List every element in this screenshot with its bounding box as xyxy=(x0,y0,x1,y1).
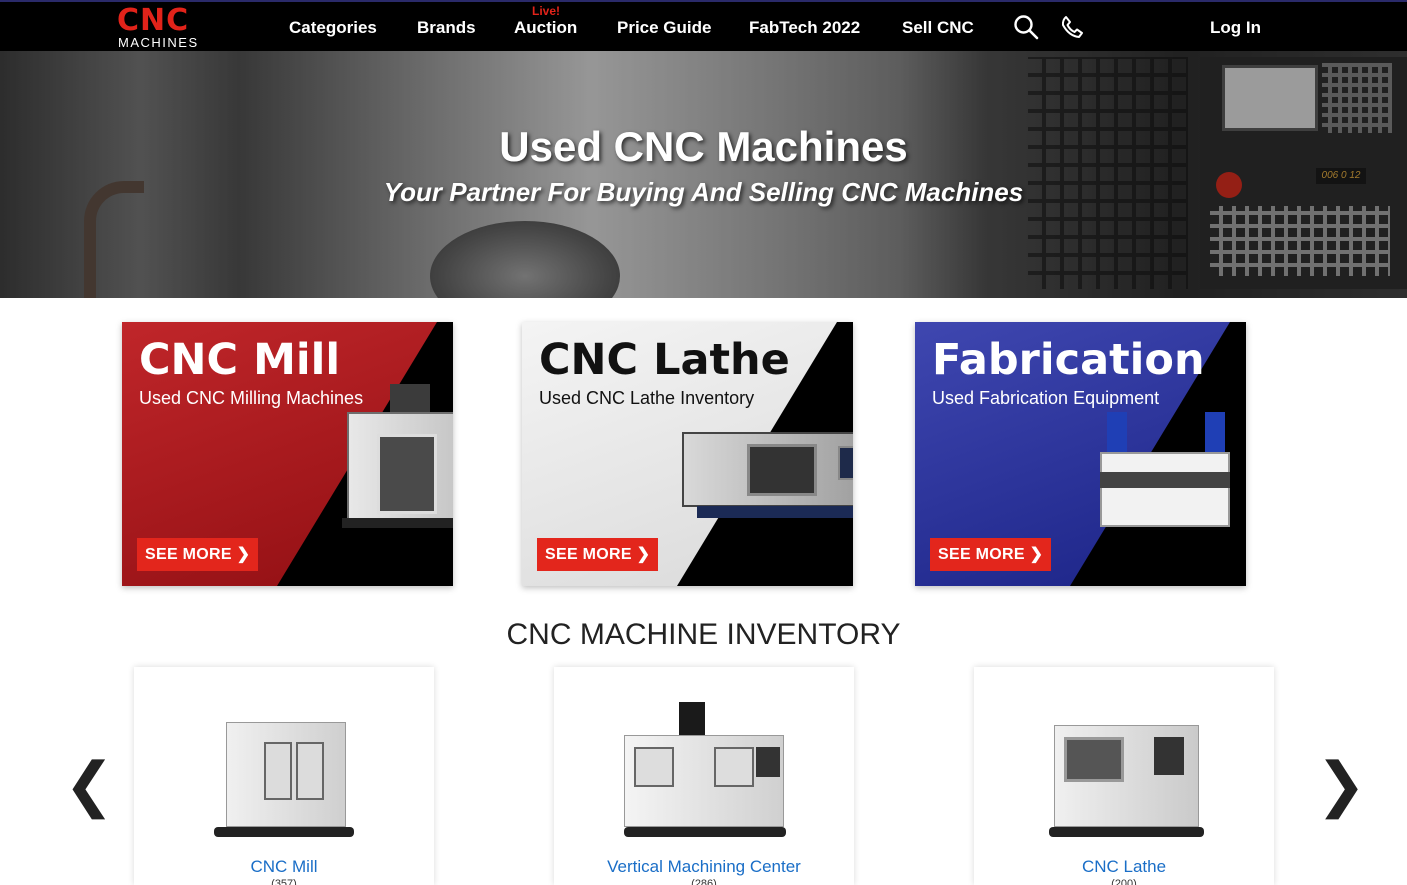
card-subtitle: Used CNC Lathe Inventory xyxy=(539,388,755,408)
inventory-item-count: (286) xyxy=(691,878,717,885)
card-subtitle: Used CNC Milling Machines xyxy=(139,388,364,408)
press-brake-beam-image xyxy=(1100,472,1230,488)
top-nav: CNC MACHINES Categories Brands Live! Auc… xyxy=(0,0,1407,51)
mill-door-image xyxy=(377,434,437,514)
inventory-card-cnc-lathe[interactable]: CNC Lathe (200) xyxy=(974,667,1274,885)
inventory-item-name[interactable]: CNC Mill xyxy=(134,857,434,877)
carousel-next-arrow[interactable]: ❯ xyxy=(1316,755,1366,815)
hero-shade xyxy=(0,51,1407,298)
site-logo[interactable]: CNC MACHINES xyxy=(117,3,207,50)
nav-price-guide[interactable]: Price Guide xyxy=(617,18,711,38)
logo-text: CNC xyxy=(117,3,190,38)
card-title: CNC Mill xyxy=(139,335,341,385)
nav-auction[interactable]: Auction xyxy=(514,18,577,38)
card-title: Fabrication xyxy=(932,335,1205,385)
see-more-button[interactable]: SEE MORE ❯ xyxy=(137,538,259,571)
see-more-button[interactable]: SEE MORE ❯ xyxy=(537,538,659,571)
phone-icon[interactable] xyxy=(1059,14,1085,40)
inventory-item-name[interactable]: Vertical Machining Center xyxy=(554,857,854,877)
logo-subtext: MACHINES xyxy=(118,35,199,50)
hero-subtitle: Your Partner For Buying And Selling CNC … xyxy=(383,177,1024,207)
inventory-item-count: (200) xyxy=(1111,878,1137,885)
inventory-item-count: (357) xyxy=(271,878,297,885)
card-subtitle: Used Fabrication Equipment xyxy=(932,388,1160,408)
category-card-cnc-mill[interactable]: CNC Mill Used CNC Milling Machines SEE M… xyxy=(122,322,453,586)
hero-banner: 006 0 12 Used CNC Machines Your Partner … xyxy=(0,51,1407,298)
hero-title: Used CNC Machines xyxy=(499,123,908,170)
live-badge: Live! xyxy=(532,4,561,18)
category-card-fabrication[interactable]: Fabrication Used Fabrication Equipment S… xyxy=(915,322,1246,586)
machine-thumbnail xyxy=(624,697,786,847)
nav-fabtech-2022[interactable]: FabTech 2022 xyxy=(749,18,860,38)
nav-categories[interactable]: Categories xyxy=(289,18,377,38)
machine-thumbnail xyxy=(204,697,364,847)
search-icon[interactable] xyxy=(1013,14,1039,40)
nav-sell-cnc[interactable]: Sell CNC xyxy=(902,18,974,38)
inventory-item-name[interactable]: CNC Lathe xyxy=(974,857,1274,877)
mill-base-image xyxy=(342,518,453,528)
lathe-door-image xyxy=(747,444,817,496)
inventory-heading: CNC MACHINE INVENTORY xyxy=(506,618,901,651)
nav-brands[interactable]: Brands xyxy=(417,18,476,38)
login-link[interactable]: Log In xyxy=(1210,18,1261,38)
inventory-card-vertical-machining-center[interactable]: Vertical Machining Center (286) xyxy=(554,667,854,885)
machine-thumbnail xyxy=(1044,697,1204,847)
press-brake-body-image xyxy=(1100,452,1230,527)
lathe-base-image xyxy=(697,506,853,518)
category-card-cnc-lathe[interactable]: CNC Lathe Used CNC Lathe Inventory SEE M… xyxy=(522,322,853,586)
see-more-button[interactable]: SEE MORE ❯ xyxy=(930,538,1052,571)
carousel-prev-arrow[interactable]: ❮ xyxy=(64,755,114,815)
inventory-card-cnc-mill[interactable]: CNC Mill (357) xyxy=(134,667,434,885)
lathe-control-image xyxy=(838,446,853,480)
card-title: CNC Lathe xyxy=(539,335,790,385)
